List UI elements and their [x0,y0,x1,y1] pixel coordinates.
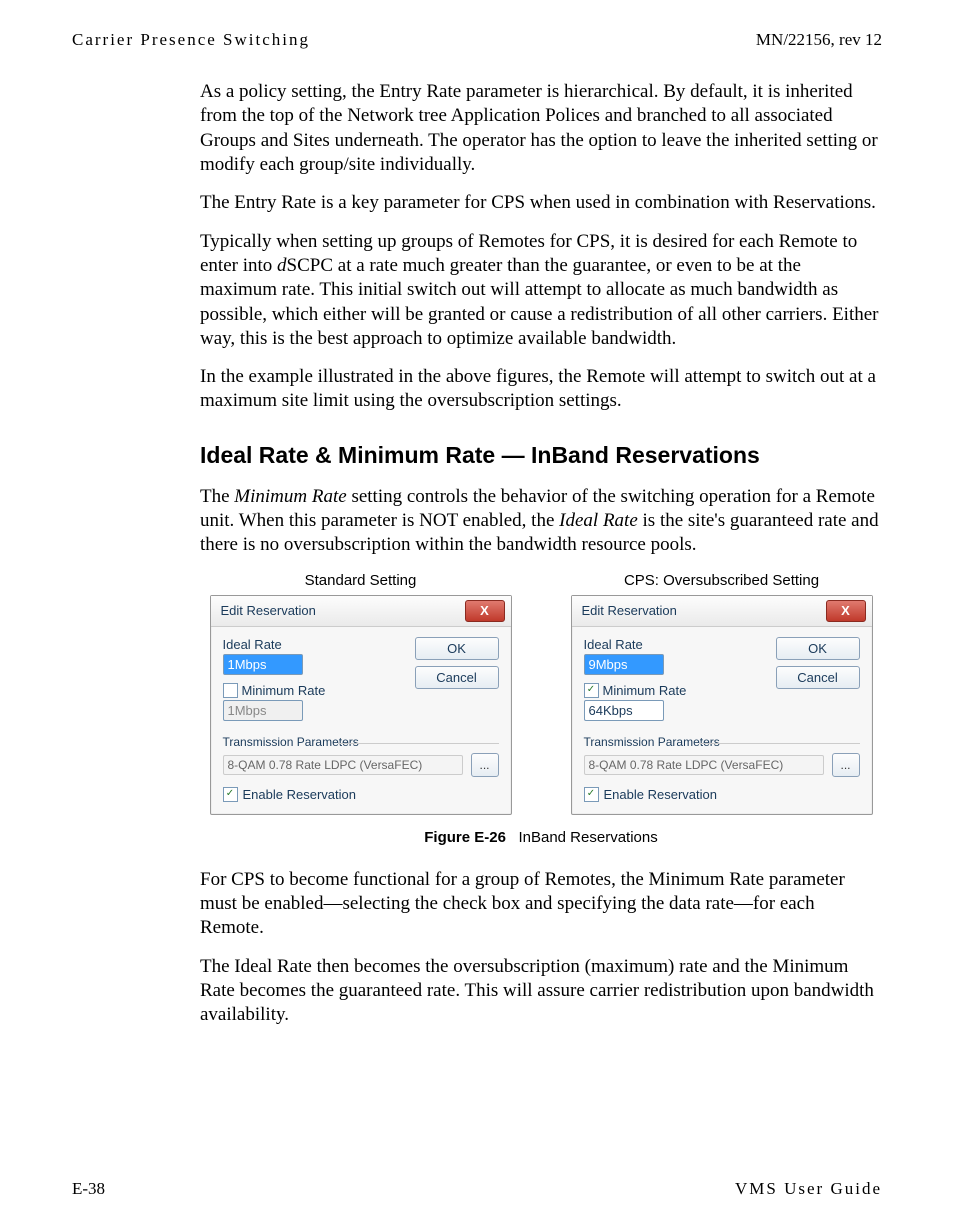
text-run: SCPC at a rate much greater than the gua… [200,255,879,349]
page-footer: E-38 VMS User Guide [72,1179,882,1199]
paragraph: In the example illustrated in the above … [200,365,882,414]
enable-reservation-checkbox[interactable]: ✓ [584,787,599,802]
minimum-rate-input[interactable]: 1Mbps [223,700,303,721]
text-italic: d [277,255,287,276]
text-italic: Ideal Rate [559,510,638,531]
paragraph: Typically when setting up groups of Remo… [200,230,882,352]
figure-number: Figure E-26 [424,829,506,846]
edit-reservation-dialog-oversubscribed: Edit Reservation X Ideal Rate 9Mbps ✓ Mi… [571,595,873,815]
transmission-params-value: 8-QAM 0.78 Rate LDPC (VersaFEC) [584,755,824,775]
close-icon: X [841,603,850,618]
minimum-rate-input[interactable]: 64Kbps [584,700,664,721]
ideal-rate-label: Ideal Rate [223,637,405,652]
transmission-params-browse-button[interactable]: ... [471,753,499,777]
header-doc-id: MN/22156, rev 12 [756,30,882,50]
minimum-rate-checkbox-row[interactable]: ✓ Minimum Rate [584,683,766,698]
dialog-titlebar: Edit Reservation X [572,596,872,627]
transmission-params-group-label: Transmission Parameters [223,735,499,749]
text-italic: Minimum Rate [234,486,346,507]
close-button[interactable]: X [465,600,505,622]
ok-button[interactable]: OK [776,637,860,660]
minimum-rate-label: Minimum Rate [242,683,326,698]
ideal-rate-input[interactable]: 1Mbps [223,654,303,675]
cancel-button[interactable]: Cancel [415,666,499,689]
paragraph: The Entry Rate is a key parameter for CP… [200,191,882,215]
enable-reservation-label: Enable Reservation [243,787,356,802]
close-icon: X [480,603,489,618]
enable-reservation-label: Enable Reservation [604,787,717,802]
figure-caption: Figure E-26 InBand Reservations [200,829,882,846]
cancel-button[interactable]: Cancel [776,666,860,689]
figure-col-label: Standard Setting [305,572,417,589]
edit-reservation-dialog-standard: Edit Reservation X Ideal Rate 1Mbps Mini… [210,595,512,815]
transmission-params-value: 8-QAM 0.78 Rate LDPC (VersaFEC) [223,755,463,775]
paragraph: The Minimum Rate setting controls the be… [200,485,882,558]
enable-reservation-checkbox[interactable]: ✓ [223,787,238,802]
minimum-rate-label: Minimum Rate [603,683,687,698]
ideal-rate-input[interactable]: 9Mbps [584,654,664,675]
dialog-title-text: Edit Reservation [582,603,677,618]
text-run: The [200,486,234,507]
page-number: E-38 [72,1179,105,1199]
header-section-title: Carrier Presence Switching [72,30,310,50]
close-button[interactable]: X [826,600,866,622]
transmission-params-group-label: Transmission Parameters [584,735,860,749]
ok-button[interactable]: OK [415,637,499,660]
minimum-rate-checkbox[interactable] [223,683,238,698]
page-header: Carrier Presence Switching MN/22156, rev… [72,30,882,50]
section-heading: Ideal Rate & Minimum Rate — InBand Reser… [200,442,882,469]
enable-reservation-row[interactable]: ✓ Enable Reservation [584,787,860,802]
footer-doc-title: VMS User Guide [735,1179,882,1199]
dialog-title-text: Edit Reservation [221,603,316,618]
transmission-params-browse-button[interactable]: ... [832,753,860,777]
figure-col-oversubscribed: CPS: Oversubscribed Setting Edit Reserva… [561,572,882,815]
enable-reservation-row[interactable]: ✓ Enable Reservation [223,787,499,802]
dialog-titlebar: Edit Reservation X [211,596,511,627]
ideal-rate-label: Ideal Rate [584,637,766,652]
paragraph: The Ideal Rate then becomes the oversubs… [200,955,882,1028]
figure-title: InBand Reservations [518,829,657,846]
minimum-rate-checkbox[interactable]: ✓ [584,683,599,698]
figure-col-standard: Standard Setting Edit Reservation X Idea… [200,572,521,815]
figure-col-label: CPS: Oversubscribed Setting [624,572,819,589]
figure-row: Standard Setting Edit Reservation X Idea… [200,572,882,815]
paragraph: For CPS to become functional for a group… [200,868,882,941]
minimum-rate-checkbox-row[interactable]: Minimum Rate [223,683,405,698]
paragraph: As a policy setting, the Entry Rate para… [200,80,882,177]
